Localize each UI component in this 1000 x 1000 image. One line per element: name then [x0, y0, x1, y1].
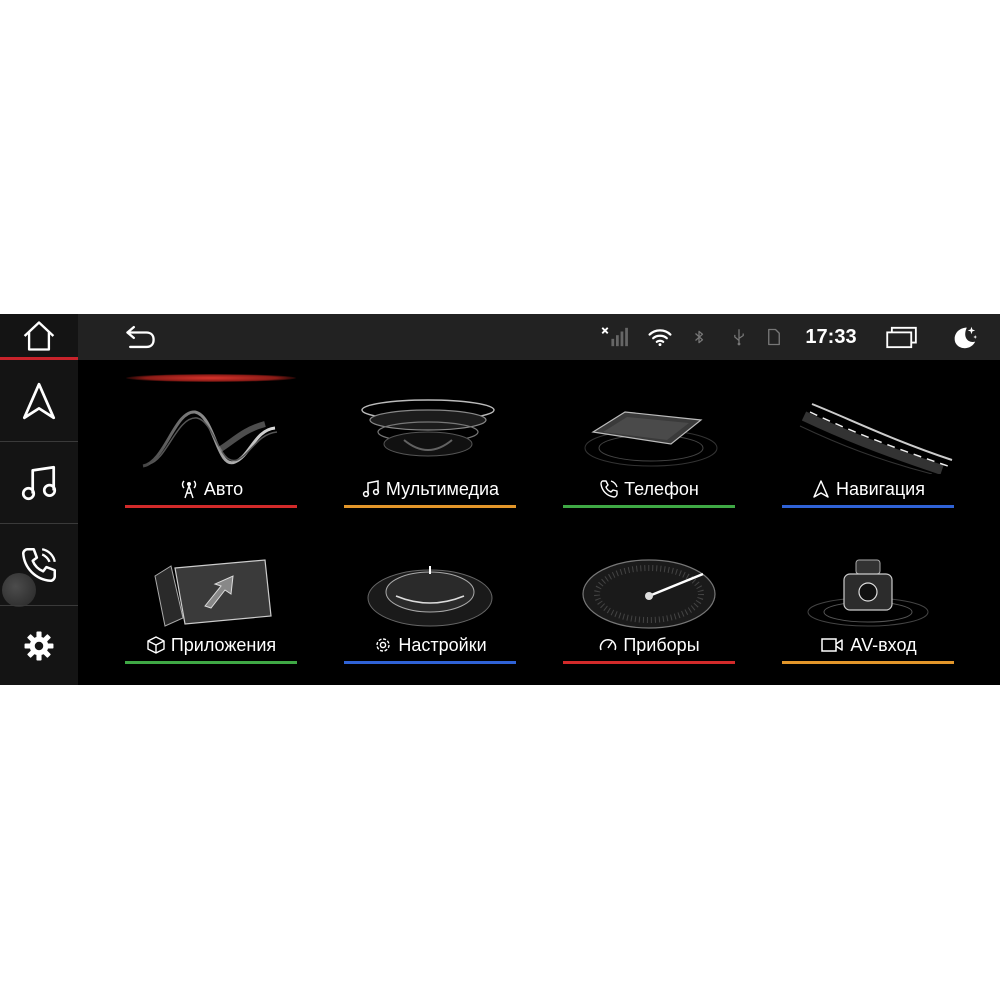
tile-settings-label: Настройки [344, 632, 516, 658]
dashcam-artwork [807, 559, 929, 627]
tile-gauges-label: Приборы [563, 632, 735, 658]
tile-multimedia[interactable]: Мультимедиа [344, 390, 516, 508]
music-note-icon [21, 465, 57, 500]
tile-multimedia-text: Мультимедиа [385, 478, 500, 499]
tile-auto-label: Авто [125, 476, 297, 502]
bluetooth-icon [695, 330, 704, 344]
app-cards-artwork [154, 559, 272, 627]
music-note-icon [362, 480, 380, 498]
sidebar-home-button[interactable] [0, 314, 78, 360]
app-grid: Авто Мультимедиа Телефон Навигация Прило… [78, 360, 1000, 685]
tile-auto-text: Авто [203, 478, 244, 499]
antenna-icon [181, 480, 197, 499]
sd-card-indicator [763, 314, 785, 360]
tile-gauges[interactable]: Приборы [563, 546, 735, 664]
sidebar-settings-button[interactable] [0, 606, 78, 685]
cube-icon [147, 636, 165, 654]
phone-slab-artwork [584, 411, 718, 467]
tile-settings-accent [344, 661, 516, 664]
tile-settings[interactable]: Настройки [344, 546, 516, 664]
tile-phone-text: Телефон [624, 478, 699, 499]
tile-av-input-accent [782, 661, 954, 664]
usb-indicator [728, 314, 750, 360]
tile-multimedia-accent [344, 505, 516, 508]
recent-apps-icon [886, 326, 917, 349]
sidebar-music-button[interactable] [0, 442, 78, 524]
tile-settings-text: Настройки [398, 634, 487, 655]
tile-phone[interactable]: Телефон [563, 390, 735, 508]
tile-av-input-text: AV-вход [850, 634, 917, 655]
cellular-signal-indicator [598, 314, 634, 360]
phone-icon [600, 480, 618, 498]
car-wave-artwork [142, 410, 278, 468]
tile-apps-label: Приложения [125, 632, 297, 658]
tile-apps-text: Приложения [170, 634, 277, 655]
navigation-arrow-icon [22, 382, 56, 419]
tile-multimedia-label: Мультимедиа [344, 476, 516, 502]
back-button[interactable] [118, 314, 164, 360]
status-bar: 17:33 [78, 314, 1000, 360]
moon-stars-icon [954, 326, 978, 349]
tile-navigation-label: Навигация [782, 476, 954, 502]
clock: 17:33 [796, 314, 866, 360]
sidebar [0, 314, 78, 685]
video-camera-icon [821, 638, 844, 652]
sidebar-navigation-button[interactable] [0, 360, 78, 442]
tile-av-input[interactable]: AV-вход [782, 546, 954, 664]
navigation-arrow-icon [813, 480, 829, 498]
tile-auto[interactable]: Авто [125, 390, 297, 508]
tile-apps-accent [125, 661, 297, 664]
tile-phone-label: Телефон [563, 476, 735, 502]
gear-icon [24, 631, 54, 660]
wifi-icon [648, 329, 672, 347]
scroll-indicator[interactable] [2, 573, 36, 607]
disc-stack-artwork [361, 399, 495, 457]
home-icon [23, 320, 55, 351]
tile-gauges-text: Приборы [623, 634, 700, 655]
tile-gauges-accent [563, 661, 735, 664]
tile-navigation-accent [782, 505, 954, 508]
night-mode-button[interactable] [944, 314, 984, 360]
head-unit-screen: 17:33 Авто Мультимедиа Телефон Навигация… [0, 314, 1000, 685]
bluetooth-indicator [688, 314, 710, 360]
tile-auto-accent [125, 505, 297, 508]
usb-icon [734, 329, 744, 346]
back-arrow-icon [126, 325, 155, 349]
active-glow [126, 374, 296, 382]
dial-artwork [367, 566, 493, 627]
sd-card-icon [768, 328, 780, 346]
road-artwork [799, 403, 953, 474]
recent-apps-button[interactable] [882, 314, 922, 360]
speedometer-artwork [582, 559, 716, 629]
tile-phone-accent [563, 505, 735, 508]
gear-icon [376, 638, 391, 652]
clock-time: 17:33 [805, 325, 857, 348]
no-signal-icon [601, 327, 628, 347]
tile-navigation-text: Навигация [836, 478, 925, 499]
tile-navigation[interactable]: Навигация [782, 390, 954, 508]
wifi-indicator [644, 314, 676, 360]
gauge-icon [600, 639, 617, 651]
tile-av-input-label: AV-вход [782, 632, 954, 658]
tile-apps[interactable]: Приложения [125, 546, 297, 664]
